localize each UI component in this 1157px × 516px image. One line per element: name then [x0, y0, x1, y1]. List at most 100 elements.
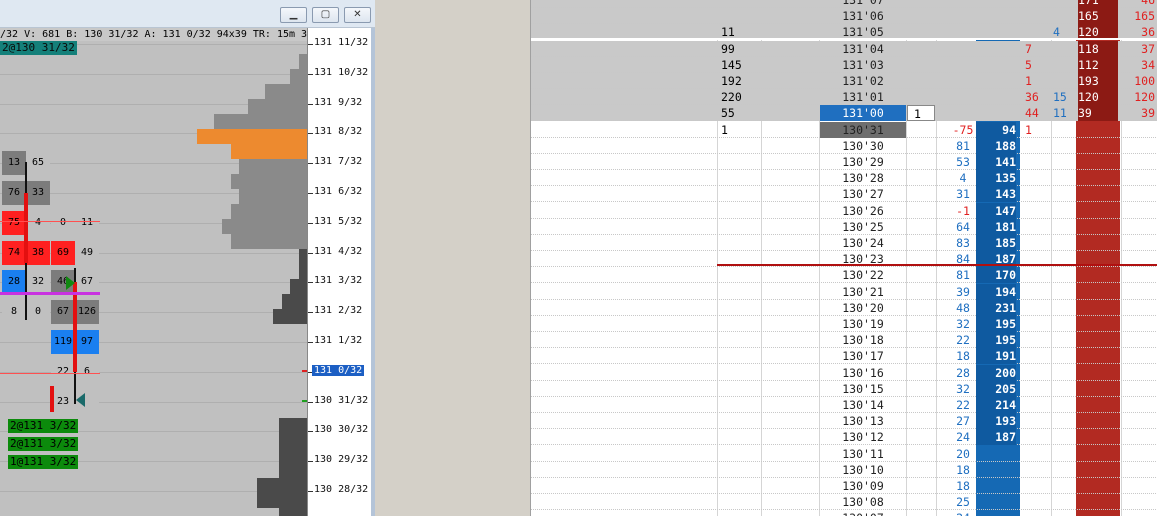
- ask-size-cell[interactable]: [1078, 267, 1118, 283]
- price-cell[interactable]: 130'25: [820, 219, 906, 235]
- ladder-row[interactable]: 192 131'02 1 193 100: [531, 73, 1157, 89]
- ladder-row[interactable]: 130'10 18: [531, 462, 1157, 478]
- ask-size-cell[interactable]: [1078, 478, 1118, 494]
- ask-size-cell[interactable]: [1078, 235, 1118, 251]
- ladder-row[interactable]: 130'27 31 143: [531, 186, 1157, 202]
- price-cell[interactable]: 131'07: [820, 0, 906, 8]
- price-cell[interactable]: 131'04: [820, 41, 906, 57]
- ladder-row[interactable]: 130'21 39 194: [531, 284, 1157, 300]
- ladder-row[interactable]: 130'30 81 188: [531, 138, 1157, 154]
- ask-size-cell[interactable]: [1078, 381, 1118, 397]
- ladder-row[interactable]: 130'26 -1 147: [531, 203, 1157, 219]
- bid-size-cell[interactable]: [976, 462, 1016, 478]
- bid-size-cell[interactable]: [976, 0, 1016, 8]
- ladder-row[interactable]: 131'06 165 165: [531, 8, 1157, 24]
- ask-size-cell[interactable]: 193: [1078, 73, 1118, 89]
- price-cell[interactable]: 130'16: [820, 365, 906, 381]
- close-button[interactable]: ✕: [344, 7, 371, 23]
- bid-size-cell[interactable]: 195: [976, 316, 1016, 332]
- ask-size-cell[interactable]: [1078, 186, 1118, 202]
- price-cell[interactable]: 130'08: [820, 494, 906, 510]
- ladder-row[interactable]: 130'14 22 214: [531, 397, 1157, 413]
- bid-size-cell[interactable]: 194: [976, 284, 1016, 300]
- ask-size-cell[interactable]: [1078, 219, 1118, 235]
- ask-size-cell[interactable]: [1078, 138, 1118, 154]
- bid-size-cell[interactable]: 188: [976, 138, 1016, 154]
- bid-size-cell[interactable]: 195: [976, 332, 1016, 348]
- bid-size-cell[interactable]: 143: [976, 186, 1016, 202]
- ask-size-cell[interactable]: [1078, 413, 1118, 429]
- ladder-row[interactable]: 130'16 28 200: [531, 365, 1157, 381]
- ladder-row[interactable]: 145 131'03 5 112 34: [531, 57, 1157, 73]
- price-cell[interactable]: 130'18: [820, 332, 906, 348]
- bid-size-cell[interactable]: [976, 89, 1016, 105]
- ask-size-cell[interactable]: 39: [1078, 105, 1118, 121]
- price-cell[interactable]: 130'28: [820, 170, 906, 186]
- ask-size-cell[interactable]: [1078, 446, 1118, 462]
- ask-size-cell[interactable]: [1078, 316, 1118, 332]
- bid-size-cell[interactable]: 231: [976, 300, 1016, 316]
- ask-size-cell[interactable]: [1078, 154, 1118, 170]
- footprint-chart[interactable]: 13 65 76 33 75 4 74 38 28 32 8 0 0 11 69 49 46 67 67 126 119…: [0, 28, 307, 516]
- price-cell[interactable]: 130'12: [820, 429, 906, 445]
- ask-size-cell[interactable]: [1078, 348, 1118, 364]
- price-cell[interactable]: 130'29: [820, 154, 906, 170]
- ladder-row[interactable]: 130'08 25: [531, 494, 1157, 510]
- bid-size-cell[interactable]: 94: [976, 122, 1016, 138]
- bid-size-cell[interactable]: 191: [976, 348, 1016, 364]
- bid-size-cell[interactable]: [976, 73, 1016, 89]
- bid-size-cell[interactable]: 170: [976, 267, 1016, 283]
- ask-size-cell[interactable]: [1078, 365, 1118, 381]
- price-cell[interactable]: 130'30: [820, 138, 906, 154]
- price-cell[interactable]: 131'03: [820, 57, 906, 73]
- ladder-row[interactable]: 130'15 32 205: [531, 381, 1157, 397]
- ladder-row[interactable]: 131'07 171 46: [531, 0, 1157, 8]
- price-cell[interactable]: 130'20: [820, 300, 906, 316]
- minimize-button[interactable]: ▁: [280, 7, 307, 23]
- ladder-row[interactable]: 130'25 64 181: [531, 219, 1157, 235]
- ask-size-cell[interactable]: [1078, 494, 1118, 510]
- ask-size-cell[interactable]: 118: [1078, 41, 1118, 57]
- ladder-row[interactable]: 130'11 20: [531, 446, 1157, 462]
- maximize-button[interactable]: ▢: [312, 7, 339, 23]
- bid-size-cell[interactable]: 214: [976, 397, 1016, 413]
- bid-size-cell[interactable]: 147: [976, 203, 1016, 219]
- ladder-row[interactable]: 130'18 22 195: [531, 332, 1157, 348]
- ask-size-cell[interactable]: [1078, 203, 1118, 219]
- ask-size-cell[interactable]: [1078, 429, 1118, 445]
- bid-size-cell[interactable]: [976, 8, 1016, 24]
- price-ladder[interactable]: 131'07 171 46 131'06 165 165 11 131'05 4 120 36 99 1…: [530, 0, 1157, 516]
- bid-size-cell[interactable]: [976, 57, 1016, 73]
- price-cell[interactable]: 131'00: [820, 105, 906, 121]
- bid-size-cell[interactable]: 193: [976, 413, 1016, 429]
- price-cell[interactable]: 130'19: [820, 316, 906, 332]
- bid-size-cell[interactable]: 135: [976, 170, 1016, 186]
- ladder-row[interactable]: 55 131'00 1 44 11 39 39: [531, 105, 1157, 121]
- ask-size-cell[interactable]: [1078, 170, 1118, 186]
- price-axis[interactable]: 131 11/32 131 10/32 131 9/32 131 8/32 131 7/…: [302, 28, 371, 516]
- ladder-row[interactable]: 130'09 18: [531, 478, 1157, 494]
- price-cell[interactable]: 131'06: [820, 8, 906, 24]
- price-cell[interactable]: 131'01: [820, 89, 906, 105]
- ladder-row[interactable]: 130'19 32 195: [531, 316, 1157, 332]
- ladder-row[interactable]: 99 131'04 7 118 37: [531, 41, 1157, 57]
- price-cell[interactable]: 130'31: [820, 122, 906, 138]
- bid-size-cell[interactable]: 185: [976, 235, 1016, 251]
- price-cell[interactable]: 130'21: [820, 284, 906, 300]
- working-order-cell[interactable]: 1: [907, 105, 935, 121]
- ladder-row[interactable]: 130'0724: [531, 510, 1157, 516]
- bid-size-cell[interactable]: [976, 446, 1016, 462]
- price-cell[interactable]: 130'22: [820, 267, 906, 283]
- bid-size-cell[interactable]: [976, 41, 1016, 57]
- ladder-row[interactable]: 130'17 18 191: [531, 348, 1157, 364]
- bid-size-cell[interactable]: [976, 510, 1016, 516]
- price-cell[interactable]: 130'09: [820, 478, 906, 494]
- price-cell[interactable]: 130'07: [820, 510, 906, 516]
- bid-size-cell[interactable]: 181: [976, 219, 1016, 235]
- ask-size-cell[interactable]: [1078, 462, 1118, 478]
- ladder-row[interactable]: 130'20 48 231: [531, 300, 1157, 316]
- bid-size-cell[interactable]: [976, 494, 1016, 510]
- ask-size-cell[interactable]: [1078, 122, 1118, 138]
- bid-size-cell[interactable]: 141: [976, 154, 1016, 170]
- ladder-row[interactable]: 130'13 27 193: [531, 413, 1157, 429]
